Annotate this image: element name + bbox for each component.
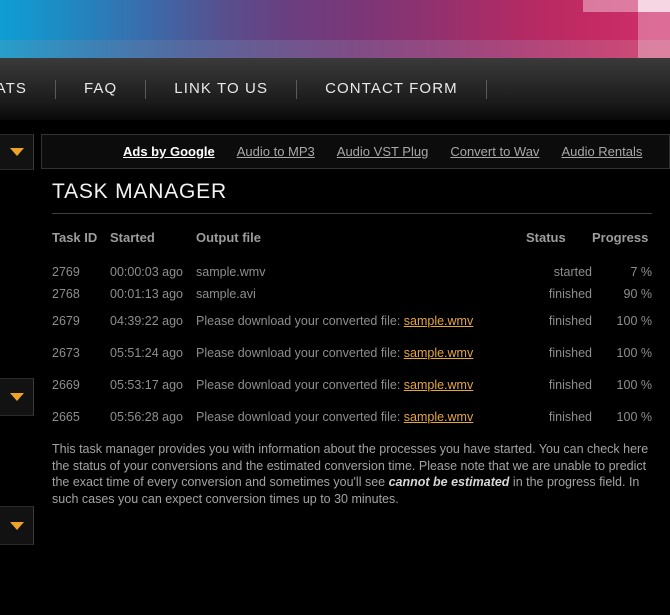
banner-corner-overlay-highlight — [638, 0, 670, 12]
download-link[interactable]: sample.wmv — [404, 378, 473, 392]
cell-status: finished — [548, 314, 592, 328]
cell-status: started — [553, 265, 592, 279]
chevron-down-icon — [9, 521, 24, 530]
download-prompt-text: Please download your converted file: — [196, 378, 404, 392]
cell-status: finished — [548, 410, 592, 424]
column-header-progress: Progress — [592, 230, 649, 245]
cell-output-file: Please download your converted file: sam… — [196, 337, 526, 369]
cell-task-id: 2768 — [52, 287, 80, 301]
dropdown-toggle-2[interactable] — [0, 378, 34, 416]
cell-output-file: Please download your converted file: sam… — [196, 305, 526, 337]
download-link[interactable]: sample.wmv — [404, 314, 473, 328]
table-body: 2769 00:00:03 ago sample.wmv started 7 % 2768… — [52, 261, 652, 433]
task-manager-panel: TASK MANAGER Task ID Started Output file… — [52, 180, 652, 433]
column-header-status: Status — [526, 230, 566, 245]
cell-progress: 7 % — [630, 265, 652, 279]
cell-progress: 100 % — [616, 378, 652, 392]
table-row: 2673 05:51:24 ago Please download your con… — [52, 337, 652, 369]
title-divider — [52, 213, 652, 214]
cell-task-id: 2673 — [52, 346, 80, 360]
table-row: 2768 00:01:13 ago sample.avi finished 90 % — [52, 283, 652, 305]
dropdown-toggle-3[interactable] — [0, 506, 34, 545]
ads-by-google-label[interactable]: Ads by Google — [123, 144, 215, 159]
cell-task-id: 2769 — [52, 265, 80, 279]
cell-output-file: Please download your converted file: sam… — [196, 401, 526, 433]
chevron-down-icon — [9, 393, 24, 401]
table-header-row: Task ID Started Output file Status Progr… — [52, 230, 652, 261]
ad-link-audio-rentals[interactable]: Audio Rentals — [561, 144, 642, 159]
cell-started: 00:01:13 ago — [110, 287, 183, 301]
cell-output-file: sample.avi — [196, 287, 256, 301]
table-row: 2679 04:39:22 ago Please download your con… — [52, 305, 652, 337]
page-title: TASK MANAGER — [52, 180, 227, 203]
cell-started: 05:51:24 ago — [110, 346, 183, 360]
ad-link-convert-to-wav[interactable]: Convert to Wav — [450, 144, 539, 159]
column-header-output-file: Output file — [196, 230, 261, 245]
cell-started: 00:00:03 ago — [110, 265, 183, 279]
cell-progress: 100 % — [616, 346, 652, 360]
cell-status: finished — [548, 378, 592, 392]
download-prompt-text: Please download your converted file: — [196, 410, 404, 424]
description-emphasis: cannot be estimated — [388, 475, 510, 489]
header-gradient-banner — [0, 0, 670, 58]
column-header-task-id: Task ID — [52, 230, 98, 245]
nav-item-faq[interactable]: FAQ — [56, 58, 145, 120]
cell-progress: 100 % — [616, 314, 652, 328]
cell-progress: 90 % — [623, 287, 653, 301]
cell-status: finished — [548, 346, 592, 360]
dropdown-toggle-1[interactable] — [0, 134, 34, 170]
cell-output-file: Please download your converted file: sam… — [196, 369, 526, 401]
cell-task-id: 2665 — [52, 410, 80, 424]
download-link[interactable]: sample.wmv — [404, 346, 473, 360]
nav-item-formats[interactable]: MATS — [0, 58, 55, 120]
cell-output-file: sample.wmv — [196, 265, 266, 279]
google-ads-bar: Ads by Google Audio to MP3 Audio VST Plu… — [41, 134, 670, 169]
download-prompt-text: Please download your converted file: — [196, 346, 404, 360]
download-prompt-text: Please download your converted file: — [196, 314, 404, 328]
table-row: 2669 05:53:17 ago Please download your con… — [52, 369, 652, 401]
nav-separator — [485, 79, 487, 99]
nav-item-link-to-us[interactable]: LINK TO US — [146, 58, 296, 120]
cell-task-id: 2669 — [52, 378, 80, 392]
cell-started: 05:53:17 ago — [110, 378, 183, 392]
cell-started: 05:56:28 ago — [110, 410, 183, 424]
main-navigation-bar: MATS FAQ LINK TO US CONTACT FORM — [0, 58, 670, 120]
task-table: Task ID Started Output file Status Progr… — [52, 230, 652, 433]
cell-task-id: 2679 — [52, 314, 80, 328]
table-row: 2769 00:00:03 ago sample.wmv started 7 % — [52, 261, 652, 283]
chevron-down-icon — [9, 148, 24, 156]
cell-progress: 100 % — [616, 410, 652, 424]
cell-status: finished — [548, 287, 592, 301]
cell-started: 04:39:22 ago — [110, 314, 183, 328]
banner-lower-stripe — [0, 40, 670, 58]
ad-link-audio-vst-plug[interactable]: Audio VST Plug — [337, 144, 429, 159]
column-header-started: Started — [110, 230, 155, 245]
table-row: 2665 05:56:28 ago Please download your con… — [52, 401, 652, 433]
download-link[interactable]: sample.wmv — [404, 410, 473, 424]
ad-link-audio-to-mp3[interactable]: Audio to MP3 — [237, 144, 315, 159]
task-manager-description: This task manager provides you with info… — [52, 441, 656, 507]
nav-item-contact-form[interactable]: CONTACT FORM — [297, 58, 486, 120]
